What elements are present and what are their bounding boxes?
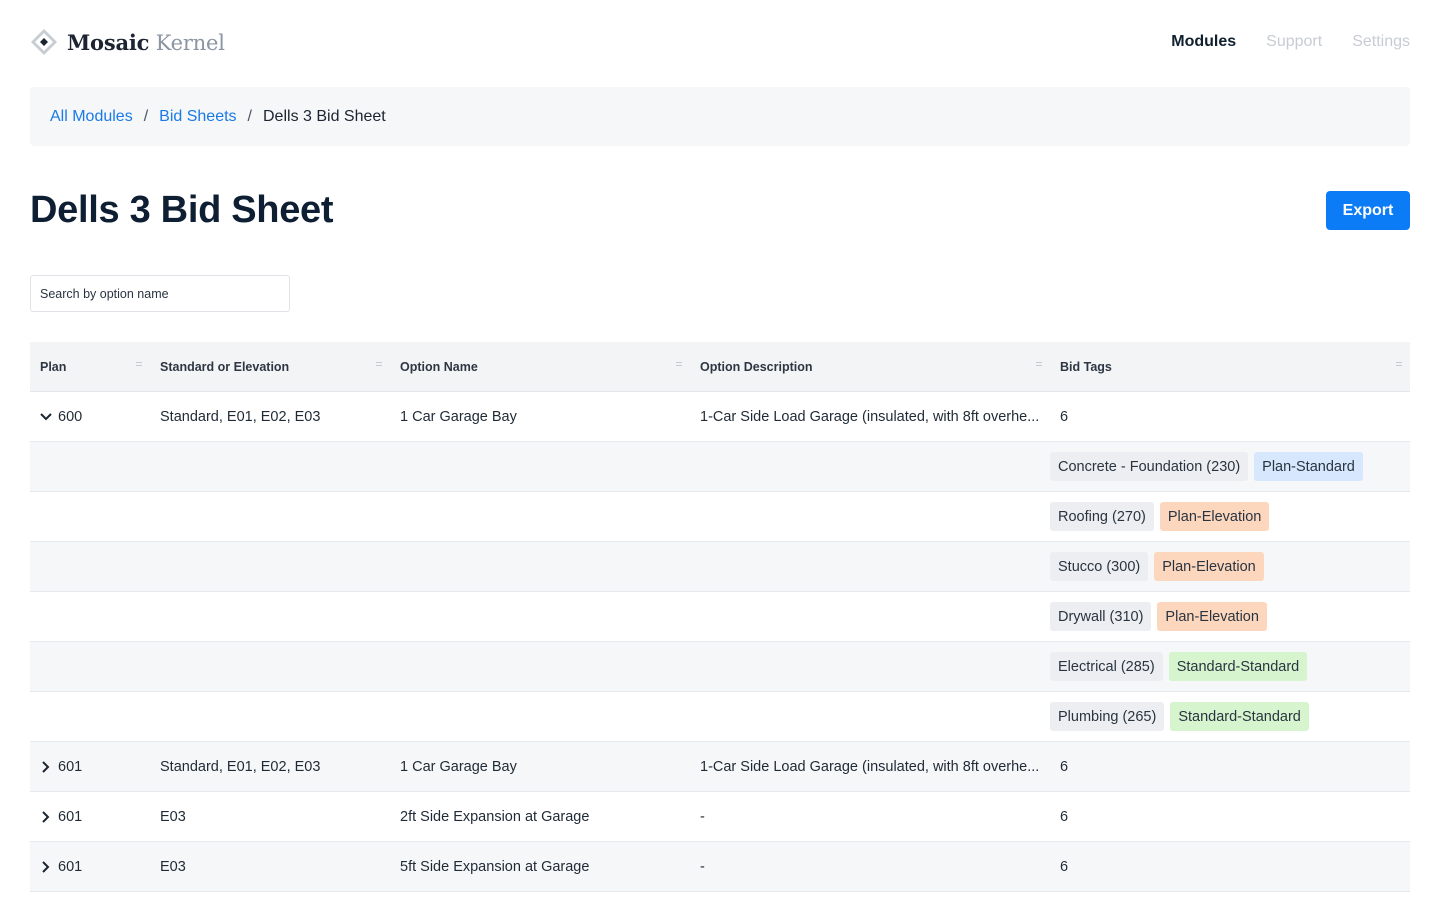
column-header-plan[interactable]: Plan [30,342,150,392]
breadcrumb-separator: / [247,107,252,125]
standard-cell: Standard, E01, E02, E03 [160,758,321,775]
brand-name: Mosaic Kernel [67,30,225,55]
brand-name-light: Kernel [155,30,225,55]
chevron-right-icon[interactable] [40,760,52,773]
bid-tag-group: Concrete - Foundation (230) Plan-Standar… [1050,442,1363,491]
option-description-cell: - [700,858,705,875]
trade-tag: Plumbing (265) [1050,702,1165,731]
logo[interactable]: Mosaic Kernel [30,28,225,56]
column-header-bid-tags[interactable]: Bid Tags [1050,342,1410,392]
plan-cell: 601 [30,842,150,891]
trade-tag: Drywall (310) [1050,602,1152,631]
tag-row: Plumbing (265) Standard-Standard [30,692,1410,742]
bid-tags-count-cell: 6 [1060,808,1069,825]
type-tag-plan-elevation: Plan-Elevation [1157,602,1267,631]
table-header: Plan Standard or Elevation Option Name O… [30,342,1410,392]
bid-tags-count-cell: 6 [1060,758,1069,775]
bid-tag-group: Plumbing (265) Standard-Standard [1050,692,1309,741]
tag-row: Drywall (310) Plan-Elevation [30,592,1410,642]
column-menu-icon[interactable] [676,362,682,368]
type-tag-standard-standard: Standard-Standard [1168,652,1308,681]
column-header-option-name[interactable]: Option Name [390,342,690,392]
breadcrumb-bid-sheets[interactable]: Bid Sheets [159,108,236,126]
column-header-label: Bid Tags [1060,360,1112,374]
tag-row: Stucco (300) Plan-Elevation [30,542,1410,592]
chevron-right-icon[interactable] [40,810,52,823]
trade-tag: Stucco (300) [1050,552,1149,581]
breadcrumb-current: Dells 3 Bid Sheet [263,107,386,125]
mosaic-diamond-icon [30,28,58,56]
search-input[interactable] [30,275,290,312]
table-row[interactable]: 601 E03 2ft Side Expansion at Garage - 6 [30,792,1410,842]
column-menu-icon[interactable] [136,362,142,368]
column-header-label: Standard or Elevation [160,360,290,374]
type-tag-standard-standard: Standard-Standard [1170,702,1309,731]
plan-cell: 601 [30,792,150,841]
table-row[interactable]: 600 Standard, E01, E02, E03 1 Car Garage… [30,392,1410,442]
tag-row: Roofing (270) Plan-Elevation [30,492,1410,542]
plan-value: 601 [58,758,83,775]
chevron-right-icon[interactable] [40,860,52,873]
bid-tag-group: Roofing (270) Plan-Elevation [1050,492,1270,541]
main-nav: Modules Support Settings [1171,33,1410,51]
breadcrumb-separator: / [143,107,149,125]
plan-cell: 601 [30,742,150,791]
chevron-down-icon[interactable] [40,411,52,423]
top-bar: Mosaic Kernel Modules Support Settings [0,0,1440,88]
option-name-cell: 2ft Side Expansion at Garage [400,808,590,825]
plan-value: 600 [58,408,83,425]
tag-row: Electrical (285) Standard-Standard [30,642,1410,692]
tag-row: Concrete - Foundation (230) Plan-Standar… [30,442,1410,492]
option-description-cell: 1-Car Side Load Garage (insulated, with … [700,758,1040,775]
column-header-label: Option Name [400,360,478,374]
nav-item-modules[interactable]: Modules [1171,33,1236,51]
option-description-cell: - [700,808,705,825]
plan-value: 601 [58,858,83,875]
nav-item-settings[interactable]: Settings [1352,33,1410,51]
column-header-standard-or-elevation[interactable]: Standard or Elevation [150,342,390,392]
option-description-cell: 1-Car Side Load Garage (insulated, with … [700,408,1040,425]
standard-cell: E03 [160,858,186,875]
option-name-cell: 5ft Side Expansion at Garage [400,858,590,875]
trade-tag: Concrete - Foundation (230) [1050,452,1249,481]
column-header-option-description[interactable]: Option Description [690,342,1050,392]
bid-tag-group: Electrical (285) Standard-Standard [1050,642,1308,691]
type-tag-plan-standard: Plan-Standard [1254,452,1363,481]
column-menu-icon[interactable] [1396,362,1402,368]
standard-cell: Standard, E01, E02, E03 [160,408,321,425]
trade-tag: Roofing (270) [1050,502,1154,531]
table-row[interactable]: 601 E03 5ft Side Expansion at Garage - 6 [30,842,1410,892]
option-name-cell: 1 Car Garage Bay [400,758,517,775]
column-header-label: Plan [40,360,67,374]
type-tag-plan-elevation: Plan-Elevation [1154,552,1264,581]
type-tag-plan-elevation: Plan-Elevation [1159,502,1270,531]
standard-cell: E03 [160,808,186,825]
table-row[interactable]: 601 Standard, E01, E02, E03 1 Car Garage… [30,742,1410,792]
bid-tags-count-cell: 6 [1060,858,1069,875]
column-header-label: Option Description [700,360,813,374]
trade-tag: Electrical (285) [1050,652,1163,681]
breadcrumb: All Modules / Bid Sheets / Dells 3 Bid S… [30,87,1410,146]
option-name-cell: 1 Car Garage Bay [400,408,517,425]
bid-tag-group: Stucco (300) Plan-Elevation [1050,542,1264,591]
breadcrumb-all-modules[interactable]: All Modules [50,108,133,126]
column-menu-icon[interactable] [1036,362,1042,368]
column-menu-icon[interactable] [376,362,382,368]
brand-name-bold: Mosaic [67,29,150,55]
bid-sheet-table: Plan Standard or Elevation Option Name O… [30,342,1410,892]
nav-item-support[interactable]: Support [1266,33,1322,51]
export-button[interactable]: Export [1326,191,1410,230]
page-title: Dells 3 Bid Sheet [30,189,334,231]
bid-tags-count-cell: 6 [1060,408,1069,425]
plan-value: 601 [58,808,83,825]
plan-cell: 600 [30,392,150,441]
bid-tag-group: Drywall (310) Plan-Elevation [1050,592,1267,641]
